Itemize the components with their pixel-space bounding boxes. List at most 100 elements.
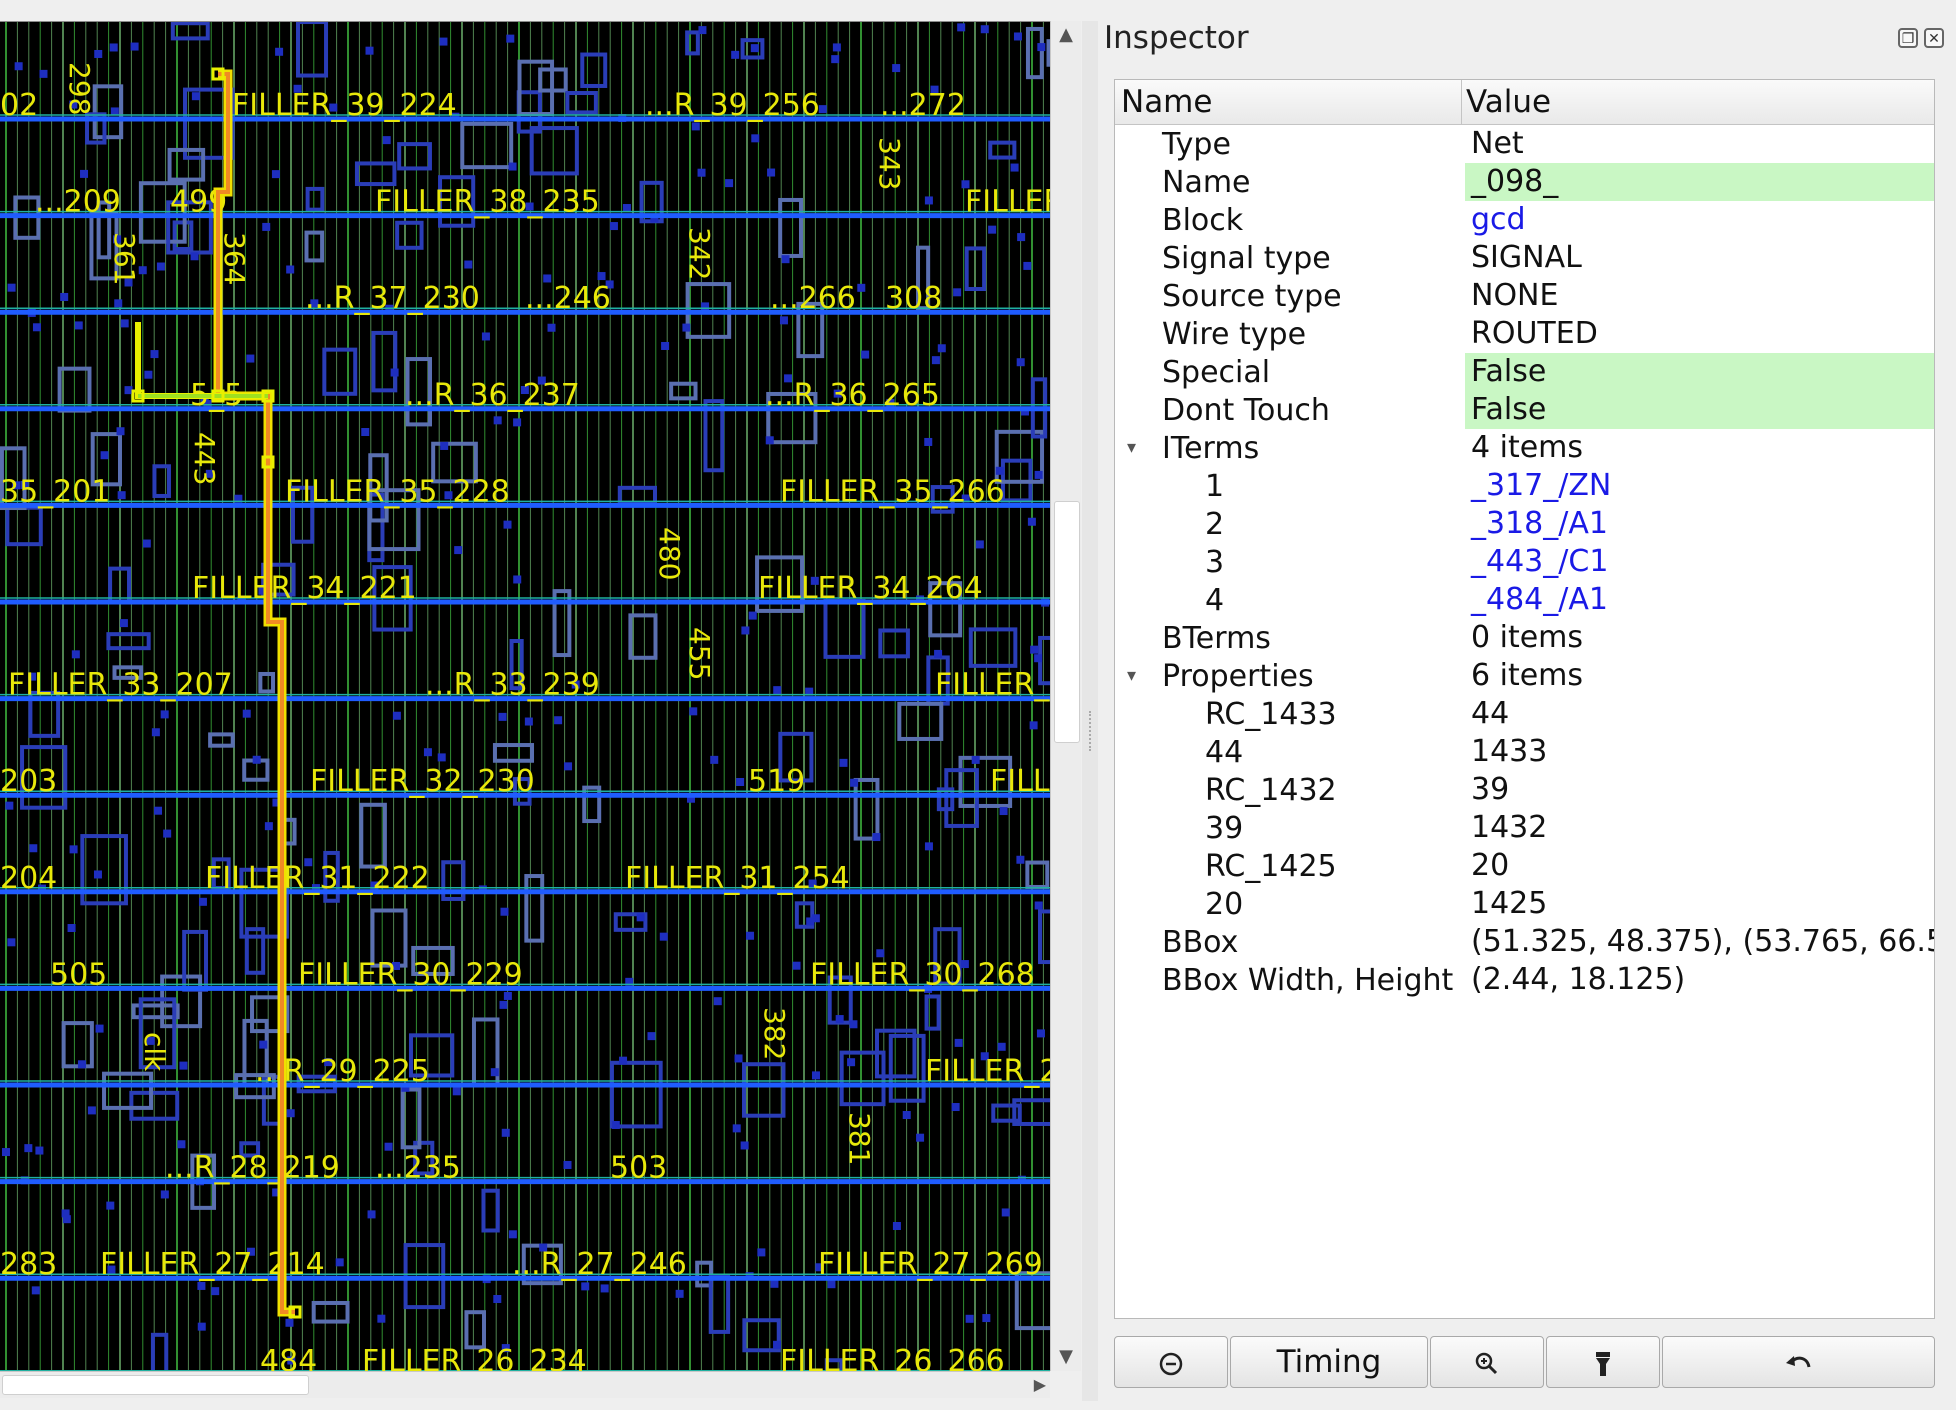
inspector-dock: Inspector ❐ ✕ Name Value Type Net Name _098… xyxy=(1098,14,1956,1410)
tree-row[interactable]: Source type NONE xyxy=(1115,277,1934,315)
tree-row[interactable]: RC_1425 20 xyxy=(1115,847,1934,885)
cell-shape xyxy=(152,464,171,498)
via-square xyxy=(725,179,734,188)
via-square xyxy=(382,136,391,145)
via-square xyxy=(773,686,782,695)
via-square xyxy=(114,299,123,308)
via-square xyxy=(454,546,463,555)
tree-row[interactable]: Type Net xyxy=(1115,125,1934,163)
tree-row[interactable]: 20 1425 xyxy=(1115,885,1934,923)
column-header-value[interactable]: Value xyxy=(1466,84,1551,120)
scrollbar-thumb[interactable] xyxy=(1054,501,1080,743)
via-square xyxy=(423,748,432,757)
vertical-instance-label: 298 xyxy=(63,62,96,115)
property-tree[interactable]: Name Value Type Net Name _098_ Block gcd Signa… xyxy=(1114,79,1935,1319)
via-square xyxy=(211,1287,220,1296)
property-value: 6 items xyxy=(1471,658,1584,693)
expand-arrow-icon[interactable]: ▾ xyxy=(1127,657,1136,695)
via-square xyxy=(506,34,515,43)
via-square xyxy=(390,368,399,377)
tree-row[interactable]: Dont Touch False xyxy=(1115,391,1934,429)
cell-shape xyxy=(1025,860,1050,889)
property-value[interactable]: False xyxy=(1465,353,1934,391)
zoom-to-button[interactable] xyxy=(1430,1336,1544,1388)
tree-row[interactable]: BTerms 0 items xyxy=(1115,619,1934,657)
property-value[interactable]: False xyxy=(1465,391,1934,429)
tree-row[interactable]: Signal type SIGNAL xyxy=(1115,239,1934,277)
dock-splitter[interactable] xyxy=(1082,21,1098,1401)
tree-row[interactable]: 3 _443_/C1 xyxy=(1115,543,1934,581)
via-square xyxy=(746,931,755,940)
via-square xyxy=(35,1146,44,1155)
column-separator[interactable] xyxy=(1461,80,1462,124)
instance-label: ...246 xyxy=(525,281,611,316)
vertical-instance-label: 343 xyxy=(873,137,906,190)
property-value[interactable]: _098_ xyxy=(1465,163,1934,201)
scroll-up-icon[interactable]: ▲ xyxy=(1051,21,1081,49)
tree-row[interactable]: Special False xyxy=(1115,353,1934,391)
vertical-scrollbar[interactable]: ▲ ▼ xyxy=(1050,21,1081,1371)
close-icon[interactable]: ✕ xyxy=(1924,28,1944,48)
undo-button[interactable] xyxy=(1662,1336,1935,1388)
property-link[interactable]: _318_/A1 xyxy=(1465,505,1934,543)
tree-row[interactable]: Block gcd xyxy=(1115,201,1934,239)
via-square xyxy=(259,1040,268,1049)
layout-viewer[interactable]: 02 FILLER_39_224 ...R_39_256 ...272 ...209 49… xyxy=(0,21,1050,1372)
tree-row[interactable]: BBox (51.325, 48.375), (53.765, 66.5) xyxy=(1115,923,1934,961)
instance-label: ...235 xyxy=(375,1151,461,1186)
float-icon[interactable]: ❐ xyxy=(1898,28,1918,48)
tree-row[interactable]: BBox Width, Height (2.44, 18.125) xyxy=(1115,961,1934,999)
via-square xyxy=(1,1148,10,1157)
tree-row[interactable]: 4 _484_/A1 xyxy=(1115,581,1934,619)
hscrollbar-thumb[interactable] xyxy=(2,1375,309,1395)
via-square xyxy=(271,170,280,179)
column-header-name[interactable]: Name xyxy=(1121,84,1212,120)
property-link[interactable]: _443_/C1 xyxy=(1465,543,1934,581)
tree-row[interactable]: Wire type ROUTED xyxy=(1115,315,1934,353)
via-square xyxy=(198,897,207,906)
horizontal-scrollbar[interactable]: ▶ xyxy=(0,1371,1050,1398)
via-square xyxy=(377,1314,386,1323)
tree-row[interactable]: RC_1433 44 xyxy=(1115,695,1934,733)
via-square xyxy=(150,350,159,359)
property-link[interactable]: _484_/A1 xyxy=(1465,581,1934,619)
via-square xyxy=(781,255,790,264)
expand-arrow-icon[interactable]: ▾ xyxy=(1127,429,1136,467)
cell-shape xyxy=(897,701,944,741)
property-link[interactable]: _317_/ZN xyxy=(1465,467,1934,505)
timing-button[interactable]: Timing xyxy=(1230,1336,1428,1388)
deselect-button[interactable] xyxy=(1114,1336,1228,1388)
via-square xyxy=(697,168,706,177)
undo-icon xyxy=(1785,1355,1810,1367)
tree-row[interactable]: 44 1433 xyxy=(1115,733,1934,771)
scroll-down-icon[interactable]: ▼ xyxy=(1051,1343,1081,1371)
instance-label: 308 xyxy=(885,281,942,316)
tree-row[interactable]: 1 _317_/ZN xyxy=(1115,467,1934,505)
via-square xyxy=(384,1142,393,1151)
tree-row[interactable]: Name _098_ xyxy=(1115,163,1934,201)
via-square xyxy=(71,650,80,659)
via-square xyxy=(440,441,449,450)
tree-row[interactable]: 2 _318_/A1 xyxy=(1115,505,1934,543)
layout-canvas[interactable]: 02 FILLER_39_224 ...R_39_256 ...272...209 49… xyxy=(0,22,1050,1372)
cell-shape xyxy=(371,330,398,393)
scroll-right-icon[interactable]: ▶ xyxy=(1034,1372,1046,1398)
via-square xyxy=(1034,901,1043,910)
property-link[interactable]: gcd xyxy=(1465,201,1934,239)
tree-row[interactable]: ▾ ITerms 4 items xyxy=(1115,429,1934,467)
via-square xyxy=(563,1160,572,1169)
via-square xyxy=(32,323,41,332)
cell-shape xyxy=(61,1021,94,1069)
cell-shape xyxy=(968,627,1018,668)
instance-label: 203 xyxy=(0,764,57,799)
highlight-button[interactable] xyxy=(1546,1336,1660,1388)
via-square xyxy=(392,711,401,720)
via-square xyxy=(493,416,502,425)
property-value: Net xyxy=(1471,126,1524,161)
tree-row[interactable]: ▾ Properties 6 items xyxy=(1115,657,1934,695)
via-square xyxy=(31,1286,40,1295)
tree-row[interactable]: RC_1432 39 xyxy=(1115,771,1934,809)
tree-row[interactable]: 39 1432 xyxy=(1115,809,1934,847)
via-square xyxy=(7,938,16,947)
via-square xyxy=(116,427,125,436)
